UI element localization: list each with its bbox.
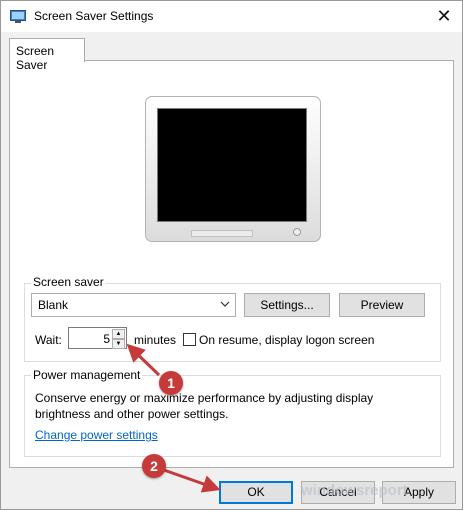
annotation-marker-2: 2 [142, 454, 166, 478]
annotation-arrow-1 [126, 343, 161, 377]
annotation-marker-1: 1 [159, 371, 183, 395]
annotation-arrows [126, 343, 221, 493]
annotation-arrow-2 [160, 467, 221, 493]
tab-label: Screen Saver [16, 44, 55, 72]
screen-saver-settings-dialog: Screen Saver Settings ✕ Screen Saver Scr… [0, 0, 463, 510]
tab-screen-saver[interactable]: Screen Saver [9, 38, 85, 72]
